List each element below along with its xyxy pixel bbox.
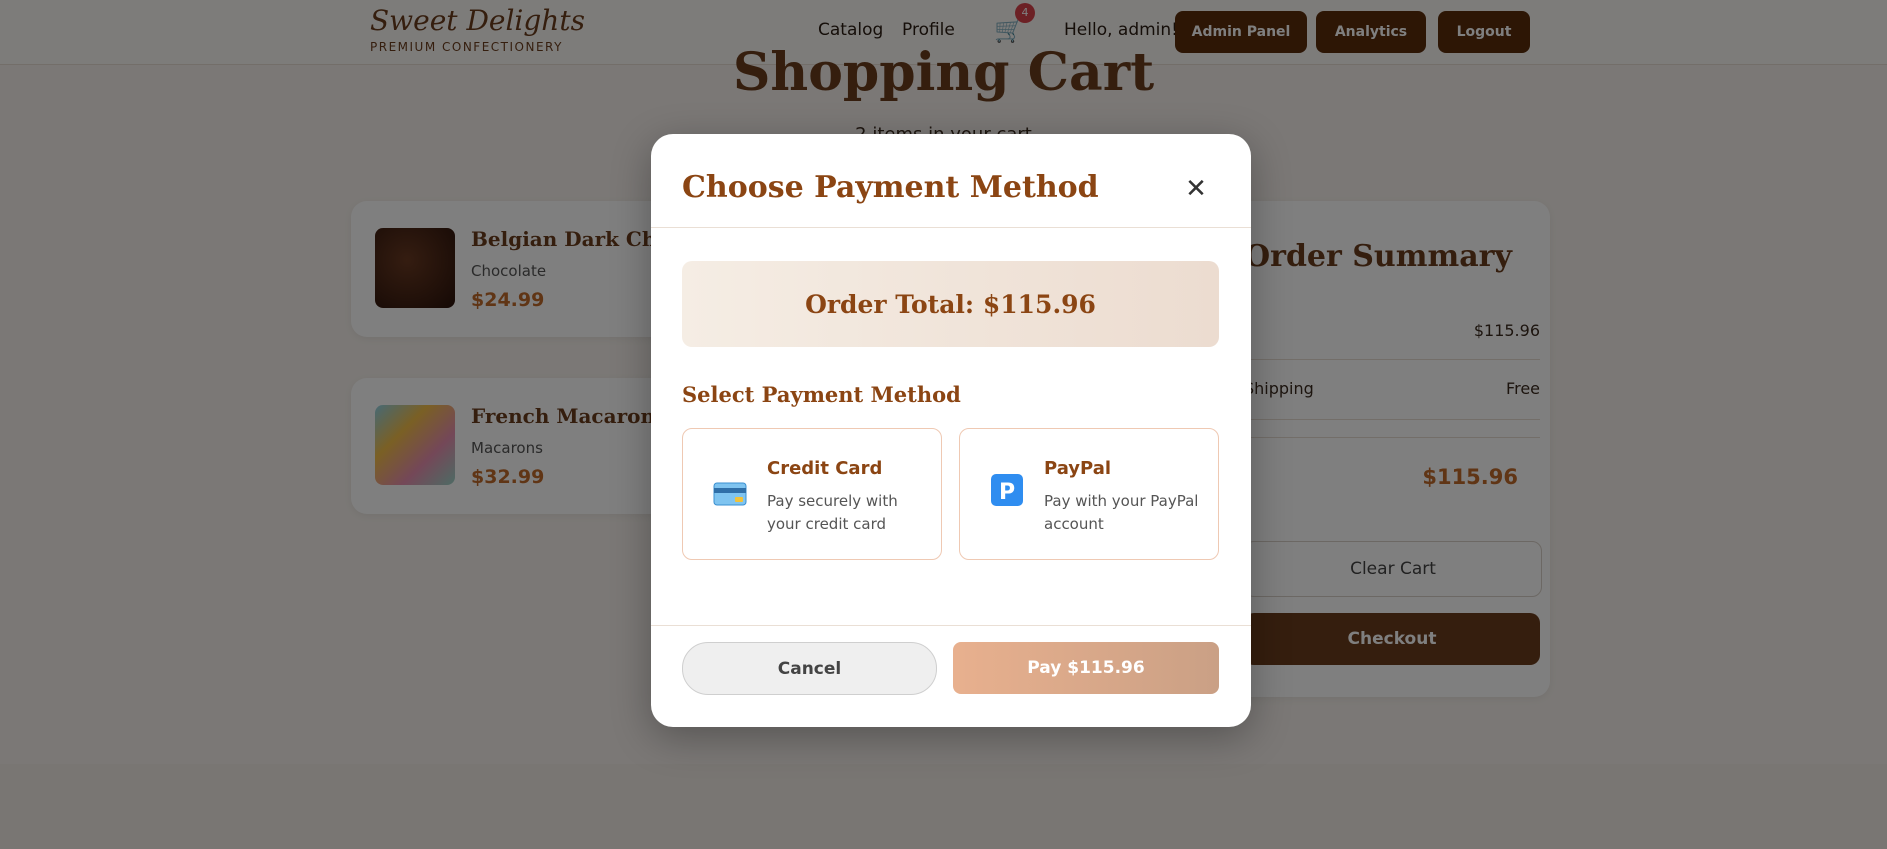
payment-option-description: Pay with your PayPal account: [1044, 492, 1199, 533]
paypal-icon: P: [990, 474, 1024, 509]
payment-option-description: Pay securely with your credit card: [767, 492, 898, 533]
payment-option-name: PayPal: [1044, 458, 1112, 479]
payment-modal: Choose Payment Method ✕ Order Total: $11…: [651, 134, 1251, 727]
close-icon[interactable]: ✕: [1181, 174, 1211, 204]
credit-card-icon: [713, 479, 747, 509]
order-total: Order Total: $115.96: [682, 261, 1219, 347]
payment-option-credit-card[interactable]: Credit Card Pay securely with your credi…: [682, 428, 942, 560]
cancel-button[interactable]: Cancel: [682, 642, 937, 695]
divider: [651, 227, 1251, 228]
select-payment-title: Select Payment Method: [682, 382, 961, 407]
modal-title: Choose Payment Method: [682, 170, 1099, 205]
pay-button[interactable]: Pay $115.96: [953, 642, 1219, 694]
svg-text:P: P: [999, 480, 1015, 505]
payment-option-paypal[interactable]: P PayPal Pay with your PayPal account: [959, 428, 1219, 560]
divider: [651, 625, 1251, 626]
payment-option-name: Credit Card: [767, 458, 883, 479]
